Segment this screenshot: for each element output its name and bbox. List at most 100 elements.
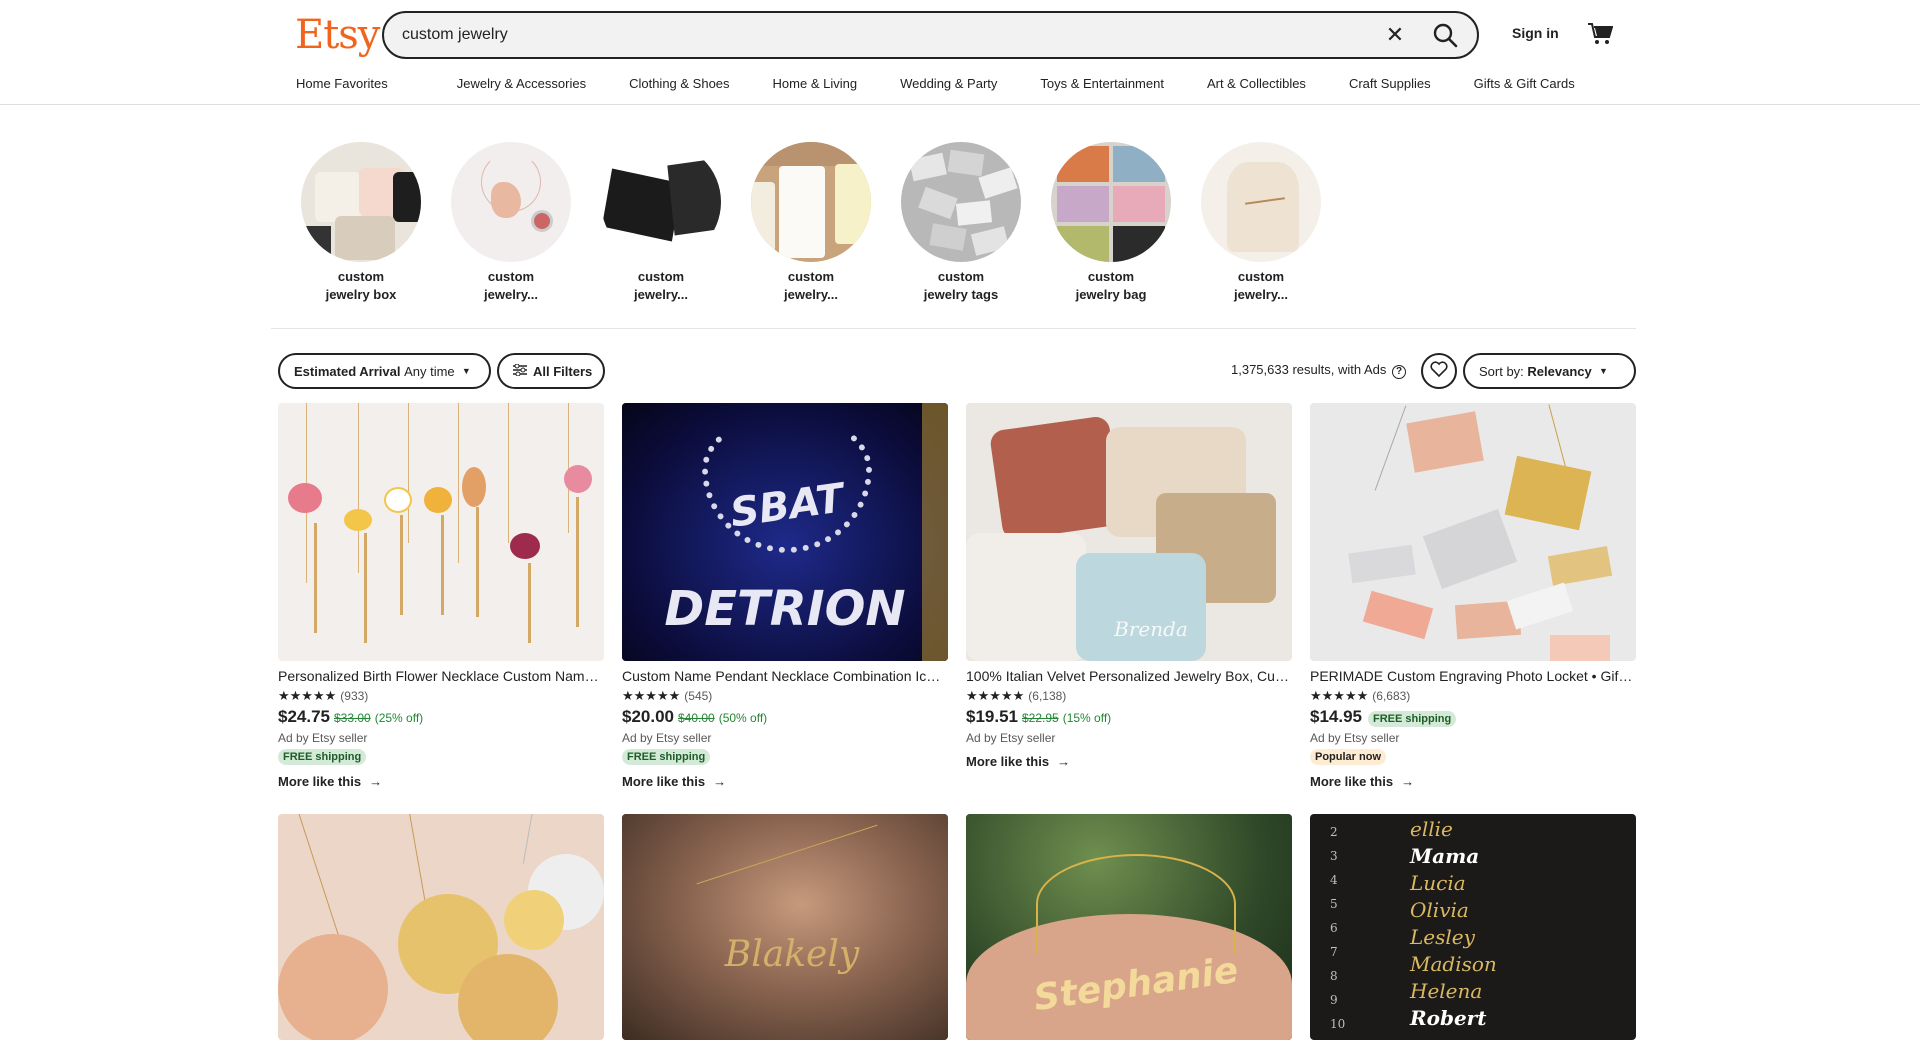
- more-like-this-link[interactable]: More like this →: [622, 774, 948, 789]
- nav-clothing[interactable]: Clothing & Shoes: [629, 76, 729, 91]
- arrow-right-icon: →: [713, 774, 727, 789]
- ad-label[interactable]: Ad by Etsy seller: [278, 731, 604, 745]
- arrow-right-icon: →: [1057, 754, 1071, 769]
- product-image[interactable]: [1310, 403, 1636, 661]
- ad-label[interactable]: Ad by Etsy seller: [966, 731, 1292, 745]
- search-bar: ✕: [382, 11, 1479, 59]
- all-filters-label: All Filters: [533, 363, 593, 379]
- product-card[interactable]: PERIMADE Custom Engraving Photo Locket •…: [1310, 403, 1636, 789]
- related-label-line2: jewelry...: [784, 287, 838, 302]
- nav-home-living[interactable]: Home & Living: [773, 76, 858, 91]
- product-title[interactable]: Personalized Birth Flower Necklace Custo…: [278, 667, 604, 685]
- review-count: (6,683): [1372, 689, 1411, 703]
- product-image[interactable]: [278, 814, 604, 1040]
- related-label-line1: custom: [787, 269, 835, 284]
- product-card[interactable]: 2 3 4 5 6 7 8 9 10 ellie Mama Lucia Olivia Lesley Mad…: [1310, 814, 1636, 1040]
- etsy-logo[interactable]: Etsy: [295, 12, 380, 58]
- product-image[interactable]: Brenda: [966, 403, 1292, 661]
- search-input[interactable]: [402, 13, 1352, 57]
- jewelry-necklace-image: [451, 142, 571, 262]
- nav-craft[interactable]: Craft Supplies: [1349, 76, 1431, 91]
- black-box-image: [601, 142, 721, 262]
- name-list: ellie Mama Lucia Olivia Lesley Madison Helena R…: [1410, 817, 1497, 1030]
- caret-down-icon: ▼: [1598, 366, 1608, 376]
- nav-jewelry[interactable]: Jewelry & Accessories: [457, 76, 586, 91]
- product-card[interactable]: [278, 814, 604, 1040]
- product-image[interactable]: SBAT DETRION: [622, 403, 948, 661]
- nav-home-favorites[interactable]: Home Favorites: [296, 76, 388, 91]
- related-search-item[interactable]: custom jewelry...: [736, 142, 886, 304]
- star-rating-icons: ★★★★★: [966, 688, 1025, 703]
- sort-dropdown[interactable]: Sort by: Relevancy ▼: [1463, 353, 1636, 389]
- nav-toys[interactable]: Toys & Entertainment: [1040, 76, 1164, 91]
- results-text: 1,375,633 results, with Ads: [1231, 362, 1387, 377]
- product-price: $14.95: [1310, 707, 1362, 726]
- product-price: $24.75: [278, 707, 330, 726]
- related-searches: custom jewelry box custom jewelry... custo…: [286, 142, 1336, 304]
- related-label-line1: custom: [487, 269, 535, 284]
- nav-wedding[interactable]: Wedding & Party: [900, 76, 997, 91]
- arrival-label: Estimated Arrival: [294, 363, 401, 379]
- caret-down-icon: ▼: [461, 366, 471, 376]
- sort-label: Sort by:: [1479, 363, 1524, 379]
- related-label-line2: jewelry...: [484, 287, 538, 302]
- product-card[interactable]: Personalized Birth Flower Necklace Custo…: [278, 403, 604, 789]
- product-title[interactable]: 100% Italian Velvet Personalized Jewelry…: [966, 667, 1292, 685]
- price-row: $14.95 FREE shipping: [1310, 707, 1636, 727]
- related-search-item[interactable]: custom jewelry...: [436, 142, 586, 304]
- product-image[interactable]: 2 3 4 5 6 7 8 9 10 ellie Mama Lucia Olivia Lesley Mad…: [1310, 814, 1636, 1040]
- product-image[interactable]: Blakely: [622, 814, 948, 1040]
- product-image[interactable]: Stephanie: [966, 814, 1292, 1040]
- pouch-image: [1201, 142, 1321, 262]
- filters-icon: [513, 363, 527, 379]
- cart-icon[interactable]: [1587, 22, 1614, 46]
- product-card[interactable]: Brenda 100% Italian Velvet Personalized …: [966, 403, 1292, 769]
- product-card[interactable]: Stephanie: [966, 814, 1292, 1040]
- original-price: $33.00: [334, 711, 371, 725]
- jewelry-bag-image: [1051, 142, 1171, 262]
- popular-now-badge: Popular now: [1310, 749, 1386, 765]
- jewelry-box-image: [301, 142, 421, 262]
- nav-art[interactable]: Art & Collectibles: [1207, 76, 1306, 91]
- product-title[interactable]: Custom Name Pendant Necklace Combination…: [622, 667, 948, 685]
- more-like-this-link[interactable]: More like this →: [278, 774, 604, 789]
- product-card[interactable]: SBAT DETRION Custom Name Pendant Necklac…: [622, 403, 948, 789]
- original-price: $40.00: [678, 711, 715, 725]
- sort-value: Relevancy: [1527, 363, 1592, 379]
- related-label-line2: jewelry...: [634, 287, 688, 302]
- product-title[interactable]: PERIMADE Custom Engraving Photo Locket •…: [1310, 667, 1636, 685]
- related-label-line1: custom: [337, 269, 385, 284]
- clear-search-icon[interactable]: ✕: [1383, 23, 1407, 47]
- related-label-line1: custom: [1087, 269, 1135, 284]
- product-rating: ★★★★★ (6,138): [966, 688, 1292, 704]
- related-search-item[interactable]: custom jewelry tags: [886, 142, 1036, 304]
- arrow-right-icon: →: [369, 774, 383, 789]
- related-search-item[interactable]: custom jewelry box: [286, 142, 436, 304]
- ad-label[interactable]: Ad by Etsy seller: [1310, 731, 1636, 745]
- more-like-this-label: More like this: [966, 754, 1050, 769]
- results-count: 1,375,633 results, with Ads ?: [1231, 362, 1406, 379]
- related-search-item[interactable]: custom jewelry...: [1186, 142, 1336, 304]
- related-search-item[interactable]: custom jewelry...: [586, 142, 736, 304]
- favorite-search-button[interactable]: [1421, 353, 1457, 389]
- original-price: $22.95: [1022, 711, 1059, 725]
- price-row: $20.00 $40.00 (50% off): [622, 707, 948, 727]
- heart-icon: [1430, 360, 1448, 382]
- box-engraving-text: Brenda: [1114, 617, 1188, 641]
- help-icon[interactable]: ?: [1392, 365, 1406, 379]
- discount-text: (15% off): [1062, 711, 1112, 725]
- product-image[interactable]: [278, 403, 604, 661]
- all-filters-button[interactable]: All Filters: [497, 353, 605, 389]
- estimated-arrival-filter[interactable]: Estimated Arrival Any time ▼: [278, 353, 491, 389]
- review-count: (6,138): [1028, 689, 1067, 703]
- nav-gifts[interactable]: Gifts & Gift Cards: [1474, 76, 1575, 91]
- jewelry-card-image: [751, 142, 871, 262]
- product-card[interactable]: Blakely: [622, 814, 948, 1040]
- more-like-this-link[interactable]: More like this →: [966, 754, 1292, 769]
- search-icon[interactable]: [1431, 21, 1459, 49]
- more-like-this-link[interactable]: More like this →: [1310, 774, 1636, 789]
- related-search-item[interactable]: custom jewelry bag: [1036, 142, 1186, 304]
- ad-label[interactable]: Ad by Etsy seller: [622, 731, 948, 745]
- review-count: (933): [340, 689, 369, 703]
- sign-in-link[interactable]: Sign in: [1512, 25, 1559, 41]
